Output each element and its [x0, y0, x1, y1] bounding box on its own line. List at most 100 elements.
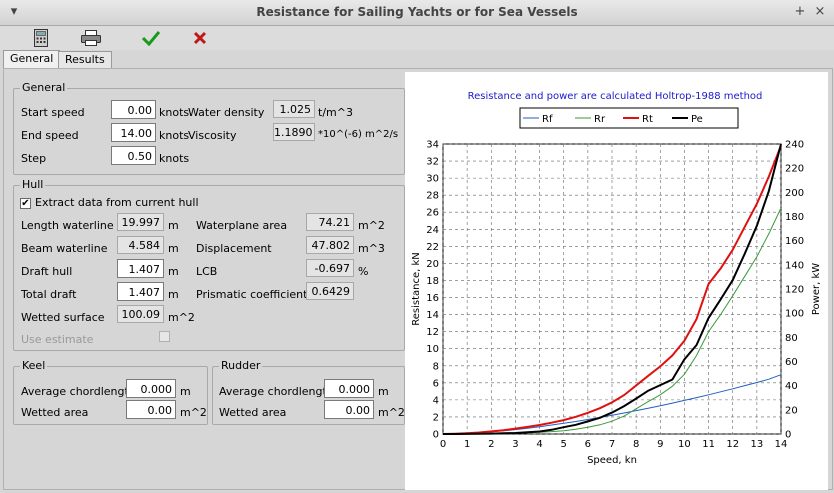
x-tick-label: 8: [633, 439, 639, 450]
start-speed-input[interactable]: 0.00: [111, 100, 156, 119]
y-tick-label: 22: [426, 242, 439, 253]
lcb-value: -0.697: [306, 259, 354, 277]
water-density-value: 1.025: [273, 100, 315, 118]
x-tick-label: 12: [726, 439, 739, 450]
prismatic-value: 0.6429: [306, 282, 354, 300]
prismatic-label: Prismatic coefficient: [196, 288, 308, 301]
x-tick-label: 0: [440, 439, 446, 450]
cancel-x-icon[interactable]: [187, 27, 213, 49]
draft-hull-input[interactable]: 1.407: [117, 259, 164, 278]
waterplane-area-label: Waterplane area: [196, 219, 288, 232]
step-label: Step: [21, 152, 47, 165]
y2-tick-label: 160: [785, 236, 804, 247]
beam-waterline-unit: m: [168, 242, 179, 255]
end-speed-unit: knots: [159, 129, 190, 142]
rudder-chord-unit: m: [378, 385, 389, 398]
extract-hull-label: Extract data from current hull: [35, 196, 199, 209]
y2-tick-label: 80: [785, 333, 798, 344]
wetted-surface-value: 100.09: [117, 305, 164, 323]
tab-results[interactable]: Results: [58, 51, 112, 68]
x-tick-label: 1: [464, 439, 470, 450]
extract-hull-checkbox[interactable]: ✔: [20, 198, 31, 209]
keel-chord-unit: m: [180, 385, 191, 398]
accept-check-icon[interactable]: [138, 27, 164, 49]
wetted-surface-label: Wetted surface: [21, 311, 105, 324]
chart-title: Resistance and power are calculated Holt…: [468, 91, 763, 102]
end-speed-input[interactable]: 14.00: [111, 123, 156, 142]
y-tick-label: 2: [433, 412, 439, 423]
x-tick-label: 14: [775, 439, 788, 450]
total-draft-input[interactable]: 1.407: [117, 282, 164, 301]
general-group-title: General: [20, 81, 68, 94]
beam-waterline-value: 4.584: [117, 236, 164, 254]
resistance-chart: 0 1 2 3 4 5 6 7 8 9 10 11 12 13 14 0 2 4 6 8 10 12 14 16 18 20 22 2…: [405, 72, 828, 490]
calculator-icon[interactable]: [28, 27, 54, 49]
rudder-chord-input[interactable]: 0.000: [324, 379, 374, 398]
x-tick-label: 2: [488, 439, 494, 450]
keel-wetted-input[interactable]: 0.00: [126, 400, 176, 419]
tab-general[interactable]: General: [3, 50, 61, 69]
y-tick-label: 8: [433, 361, 439, 372]
y-tick-label: 26: [426, 208, 439, 219]
keel-wetted-unit: m^2: [180, 406, 207, 419]
wetted-surface-unit: m^2: [168, 311, 195, 324]
y-tick-label: 14: [426, 310, 439, 321]
use-estimate-checkbox[interactable]: [159, 331, 170, 342]
y2-tick-label: 140: [785, 260, 804, 271]
y-tick-label: 4: [433, 395, 439, 406]
start-speed-unit: knots: [159, 106, 190, 119]
toolbar: [0, 26, 834, 50]
length-waterline-value: 19.997: [117, 213, 164, 231]
displacement-value: 47.802: [306, 236, 354, 254]
y2-tick-label: 100: [785, 309, 804, 320]
displacement-label: Displacement: [196, 242, 272, 255]
y-tick-label: 16: [426, 293, 439, 304]
total-draft-unit: m: [168, 288, 179, 301]
x-axis-label: Speed, kn: [587, 455, 637, 466]
viscosity-value: 1.1890: [273, 123, 315, 141]
y2-axis-label: Power, kW: [811, 263, 822, 315]
keel-group-title: Keel: [20, 359, 48, 372]
x-tick-label: 5: [561, 439, 567, 450]
x-tick-label: 6: [585, 439, 591, 450]
waterplane-area-unit: m^2: [358, 219, 385, 232]
x-tick-label: 11: [702, 439, 715, 450]
viscosity-label: Viscosity: [188, 129, 237, 142]
displacement-unit: m^3: [358, 242, 385, 255]
maximize-icon[interactable]: +: [792, 4, 808, 20]
step-input[interactable]: 0.50: [111, 146, 156, 165]
y-tick-label: 32: [426, 157, 439, 168]
keel-chord-label: Average chordlength: [21, 385, 136, 398]
beam-waterline-label: Beam waterline: [21, 242, 108, 255]
rudder-wetted-label: Wetted area: [219, 406, 287, 419]
x-tick-label: 10: [678, 439, 691, 450]
y-tick-label: 34: [426, 140, 439, 151]
draft-hull-label: Draft hull: [21, 265, 73, 278]
rudder-wetted-input[interactable]: 0.00: [324, 400, 374, 419]
close-window-icon[interactable]: ×: [812, 4, 828, 20]
y2-tick-label: 180: [785, 212, 804, 223]
viscosity-unit: *10^(-6) m^2/s: [318, 129, 399, 140]
y2-tick-label: 220: [785, 164, 804, 175]
legend-label: Rr: [594, 114, 606, 125]
y2-tick-label: 40: [785, 381, 798, 392]
use-estimate-label: Use estimate: [21, 333, 94, 346]
y-tick-label: 12: [426, 327, 439, 338]
window-title: Resistance for Sailing Yachts or for Sea…: [256, 5, 578, 19]
y2-tick-label: 60: [785, 357, 798, 368]
y-axis-label: Resistance, kN: [411, 252, 422, 326]
y2-tick-label: 0: [785, 430, 791, 441]
y-tick-label: 30: [426, 174, 439, 185]
start-speed-label: Start speed: [21, 106, 85, 119]
y2-tick-label: 120: [785, 285, 804, 296]
hull-group-title: Hull: [20, 178, 46, 191]
water-density-unit: t/m^3: [318, 106, 353, 119]
lcb-label: LCB: [196, 265, 218, 278]
y2-tick-label: 200: [785, 188, 804, 199]
y2-tick-label: 240: [785, 140, 804, 151]
print-icon[interactable]: [78, 27, 104, 49]
keel-chord-input[interactable]: 0.000: [126, 379, 176, 398]
rudder-group-title: Rudder: [219, 359, 263, 372]
y2-tick-label: 20: [785, 405, 798, 416]
end-speed-label: End speed: [21, 129, 79, 142]
